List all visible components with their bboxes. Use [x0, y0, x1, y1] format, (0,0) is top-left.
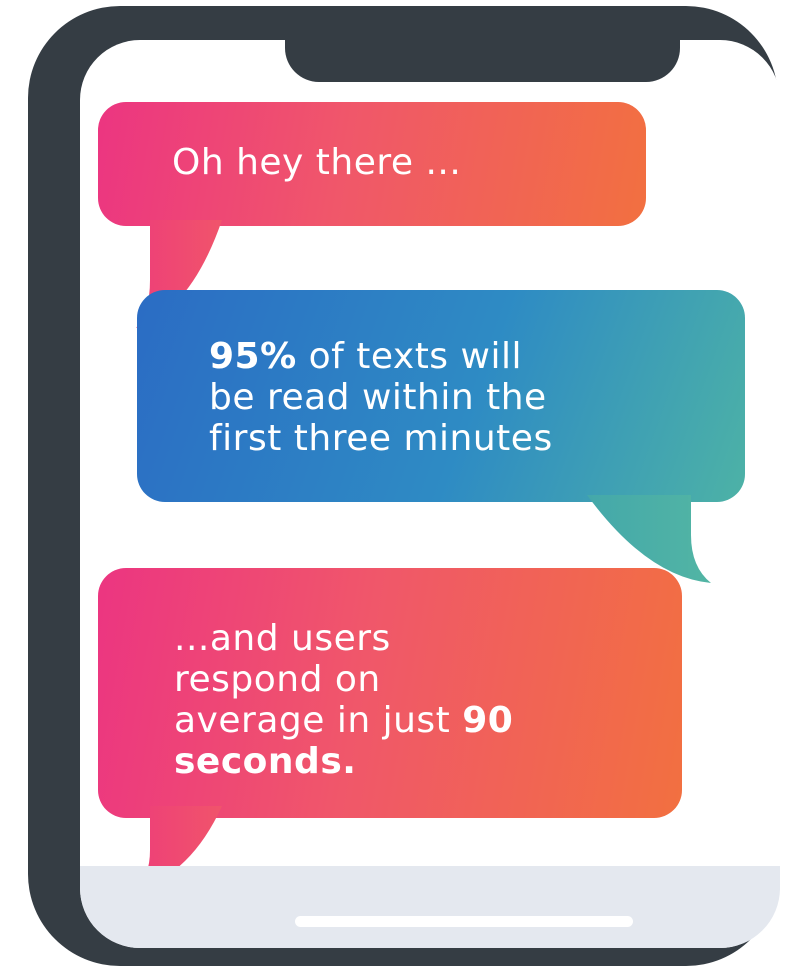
message-bubble-read-stat: 95% of texts will be read within the fir…	[137, 290, 745, 583]
phone-frame: Oh hey there ... 95% of texts will be re…	[28, 6, 780, 966]
phone-screen: Oh hey there ... 95% of texts will be re…	[80, 40, 780, 948]
stat-highlight-95: 95%	[209, 336, 297, 377]
message-bubble-greeting: Oh hey there ...	[98, 102, 646, 328]
message-text-greeting: Oh hey there ...	[172, 142, 462, 183]
stat-highlight-seconds: seconds.	[174, 741, 357, 782]
message-bubble-response-stat: ...and users respond on average in just …	[98, 568, 682, 890]
home-indicator[interactable]	[295, 916, 633, 927]
home-bar-area	[80, 866, 780, 948]
message-text-response-stat: ...and users respond on average in just …	[174, 618, 514, 782]
phone-notch	[285, 40, 680, 82]
stat-highlight-90: 90	[462, 700, 514, 741]
message-text-read-stat: 95% of texts will be read within the fir…	[209, 336, 553, 459]
